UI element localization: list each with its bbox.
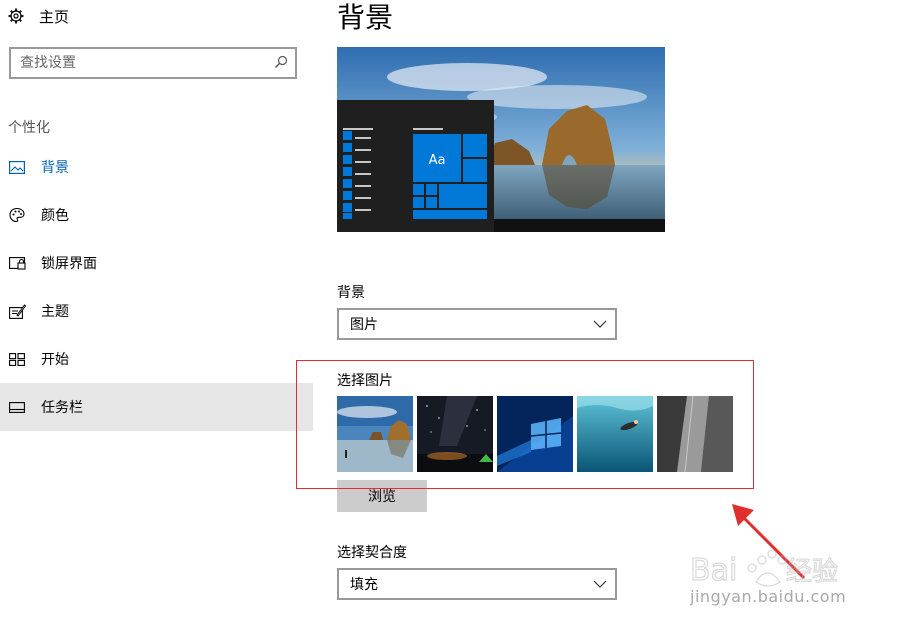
choose-picture-label: 选择图片 [337, 373, 393, 389]
chevron-down-icon [593, 320, 607, 328]
sidebar-item-label: 任务栏 [41, 400, 83, 416]
svg-text:Bai: Bai [690, 553, 737, 588]
sidebar-item-themes[interactable]: 主题 [0, 287, 313, 335]
background-type-label: 背景 [337, 285, 365, 301]
browse-button[interactable]: 浏览 [337, 480, 427, 512]
sidebar-item-label: 锁屏界面 [41, 256, 97, 272]
beach-rock-thumbnail[interactable] [337, 396, 413, 472]
start-icon [8, 350, 26, 368]
sidebar-item-lock-screen[interactable]: 锁屏界面 [0, 239, 313, 287]
sidebar-item-colors[interactable]: 颜色 [0, 191, 313, 239]
home-label: 主页 [39, 7, 70, 26]
background-preview: Aa [337, 47, 665, 232]
search-input[interactable] [11, 50, 261, 76]
palette-icon [8, 206, 26, 224]
sidebar-item-start[interactable]: 开始 [0, 335, 313, 383]
watermark-text: jingyan.baidu.com [690, 587, 847, 606]
sidebar-item-label: 背景 [41, 160, 69, 176]
section-title: 个性化 [8, 120, 50, 136]
choose-fit-value: 填充 [350, 577, 378, 593]
background-type-dropdown[interactable]: 图片 [337, 308, 617, 340]
background-type-value: 图片 [350, 317, 378, 333]
preview-tile-text: Aa [429, 153, 446, 168]
home-link[interactable]: 主页 [8, 4, 69, 28]
rock-cliff-thumbnail[interactable] [657, 396, 733, 472]
chevron-down-icon [593, 580, 607, 588]
svg-text:经验: 经验 [786, 557, 838, 587]
sidebar-item-label: 颜色 [41, 208, 69, 224]
gear-icon [8, 8, 24, 24]
night-sky-tent-thumbnail[interactable] [417, 396, 493, 472]
settings-sidebar: 主页 个性化 背景 颜色 锁屏界面 主题 [0, 0, 313, 630]
choose-fit-label: 选择契合度 [337, 545, 407, 561]
picture-icon [8, 158, 26, 176]
search-box [9, 47, 297, 79]
picture-thumbnails [337, 396, 733, 472]
sidebar-item-taskbar[interactable]: 任务栏 [0, 383, 313, 431]
theme-icon [8, 302, 26, 320]
search-icon[interactable] [274, 55, 288, 69]
page-title: 背景 [337, 1, 394, 34]
sidebar-item-label: 主题 [41, 304, 69, 320]
taskbar-icon [8, 398, 26, 416]
choose-fit-dropdown[interactable]: 填充 [337, 568, 617, 600]
underwater-swimmer-thumbnail[interactable] [577, 396, 653, 472]
windows-logo-thumbnail[interactable] [497, 396, 573, 472]
sidebar-item-label: 开始 [41, 352, 69, 368]
sidebar-item-background[interactable]: 背景 [0, 143, 313, 191]
lock-screen-icon [8, 254, 26, 272]
